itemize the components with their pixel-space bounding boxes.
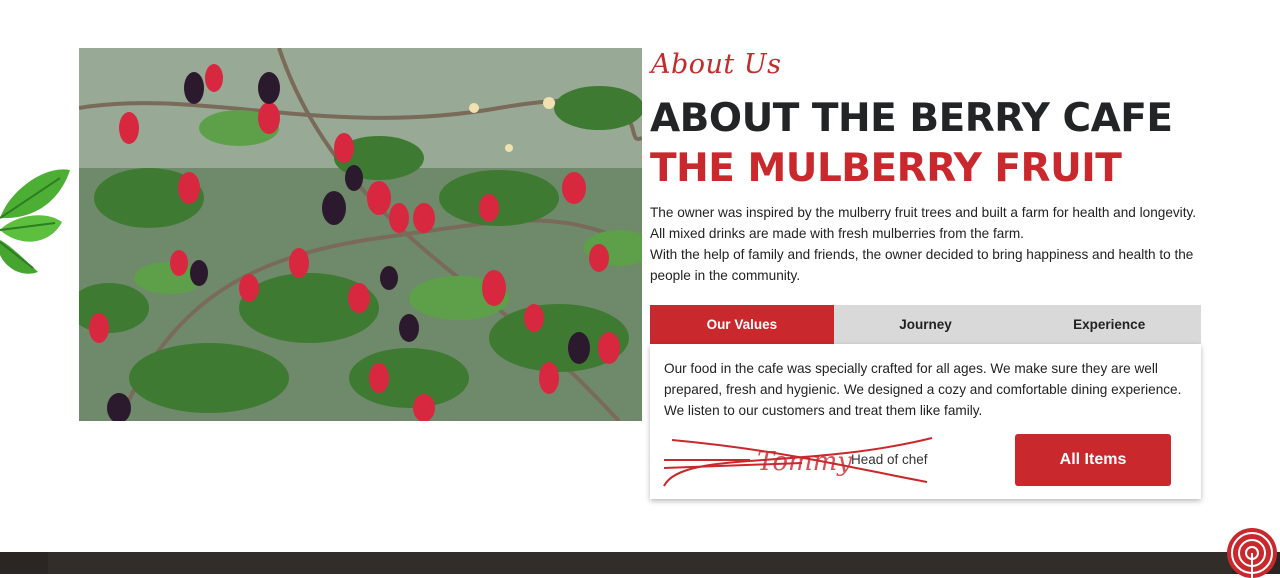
tab-our-values[interactable]: Our Values (650, 305, 834, 344)
values-tabs: Our Values Journey Experience (650, 305, 1201, 344)
tab-panel: Our food in the cafe was specially craft… (650, 344, 1201, 499)
about-us-script-title: About Us (651, 49, 782, 80)
all-items-button[interactable]: All Items (1015, 434, 1171, 486)
svg-text:Tommy: Tommy (757, 447, 852, 477)
mulberry-photo (79, 48, 642, 421)
main-heading: ABOUT THE BERRY CAFE (650, 96, 1173, 141)
green-leaf-icon (0, 160, 72, 278)
intro-paragraph-1: The owner was inspired by the mulberry f… (650, 205, 1197, 241)
intro-paragraph-2: With the help of family and friends, the… (650, 247, 1194, 283)
tab-journey[interactable]: Journey (834, 305, 1018, 344)
broadcast-icon[interactable] (1227, 528, 1277, 578)
panel-text: Our food in the cafe was specially craft… (664, 361, 1182, 418)
tab-experience[interactable]: Experience (1017, 305, 1201, 344)
intro-text: The owner was inspired by the mulberry f… (650, 202, 1200, 286)
sub-heading: THE MULBERRY FRUIT (650, 146, 1122, 191)
footer-section (0, 552, 1280, 574)
chef-title: Head of chef (851, 452, 928, 467)
footer-background (48, 552, 1232, 574)
